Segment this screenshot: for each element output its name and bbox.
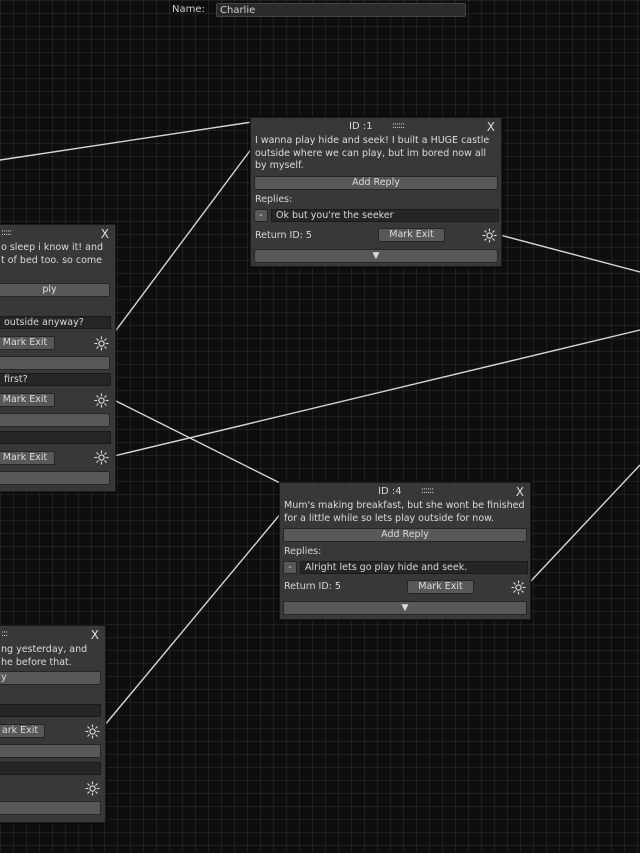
add-reply-button[interactable]: ply xyxy=(0,283,110,297)
dialogue-node-1[interactable]: ID :1 :::::: X I wanna play hide and see… xyxy=(250,117,502,267)
collapse-button[interactable] xyxy=(0,801,101,815)
reply-input[interactable] xyxy=(0,431,111,444)
settings-icon[interactable] xyxy=(94,336,109,351)
mark-exit-button[interactable]: Mark Exit xyxy=(407,580,474,594)
name-input[interactable]: Charlie xyxy=(216,3,466,17)
node-id-label: ID :1 xyxy=(349,121,373,132)
mark-exit-button[interactable]: Mark Exit xyxy=(0,451,55,465)
close-button[interactable]: X xyxy=(516,485,524,499)
drag-handle[interactable]: ::::: xyxy=(1,228,12,238)
reply-input[interactable]: outside anyway? xyxy=(0,316,111,329)
dialogue-node-left-b[interactable]: ::: X ng yesterday, and he before that. … xyxy=(0,625,106,823)
settings-icon[interactable] xyxy=(511,580,526,595)
settings-icon[interactable] xyxy=(85,724,100,739)
remove-reply-button[interactable]: - xyxy=(283,561,297,574)
collapse-button[interactable]: ▼ xyxy=(254,249,498,263)
mark-exit-button[interactable]: Mark Exit xyxy=(0,336,55,350)
wire-leftb-to-node4 xyxy=(103,511,283,727)
drag-handle[interactable]: :::::: xyxy=(392,121,405,131)
collapse-button[interactable]: ▼ xyxy=(283,601,527,615)
remove-reply-button[interactable]: - xyxy=(254,209,268,222)
node-text-line[interactable]: ng yesterday, and xyxy=(1,644,101,657)
collapse-button[interactable] xyxy=(0,471,110,485)
collapse-button[interactable] xyxy=(0,413,110,427)
drag-handle[interactable]: ::: xyxy=(1,629,8,639)
node-header[interactable]: ID :1 :::::: X xyxy=(251,118,501,134)
node-text-line[interactable]: t of bed too. so come xyxy=(1,255,111,268)
return-id-label: Return ID: 5 xyxy=(255,230,312,241)
mark-exit-button[interactable]: ark Exit xyxy=(0,724,45,738)
wire-left-to-node1 xyxy=(0,121,253,161)
add-reply-button[interactable]: Add Reply xyxy=(283,528,527,542)
replies-label: Replies: xyxy=(284,546,322,557)
settings-icon[interactable] xyxy=(85,781,100,796)
settings-icon[interactable] xyxy=(94,393,109,408)
wire-lefta-to-node1 xyxy=(113,147,253,334)
reply-input[interactable]: first? xyxy=(0,373,111,386)
collapse-button[interactable] xyxy=(0,356,110,370)
dialogue-node-left-a[interactable]: ::::: X o sleep i know it! and t of bed … xyxy=(0,224,116,492)
settings-icon[interactable] xyxy=(94,450,109,465)
add-reply-button[interactable]: Add Reply xyxy=(254,176,498,190)
reply-input[interactable]: Alright lets go play hide and seek. xyxy=(300,561,528,574)
reply-input[interactable]: Ok but you're the seeker xyxy=(271,209,499,222)
mark-exit-button[interactable]: Mark Exit xyxy=(0,393,55,407)
wire-lefta-to-right xyxy=(113,329,640,457)
dialogue-node-4[interactable]: ID :4 :::::: X Mum's making breakfast, b… xyxy=(279,482,531,620)
mark-exit-button[interactable]: Mark Exit xyxy=(378,228,445,242)
wire-node1-to-right xyxy=(499,234,640,273)
return-id-label: Return ID: 5 xyxy=(284,581,341,592)
replies-label: Replies: xyxy=(255,194,293,205)
reply-input[interactable] xyxy=(0,762,101,775)
reply-input[interactable] xyxy=(0,704,101,717)
close-button[interactable]: X xyxy=(91,628,99,642)
node-text-line[interactable]: he before that. xyxy=(1,657,101,670)
wire-node4-to-right xyxy=(529,464,640,583)
node-text-line[interactable]: o sleep i know it! and xyxy=(1,242,111,255)
drag-handle[interactable]: :::::: xyxy=(421,486,434,496)
node-header[interactable]: ID :4 :::::: X xyxy=(280,483,530,499)
settings-icon[interactable] xyxy=(482,228,497,243)
wire-lefta-to-node4 xyxy=(113,399,283,485)
collapse-button[interactable] xyxy=(0,744,101,758)
close-button[interactable]: X xyxy=(101,227,109,241)
close-button[interactable]: X xyxy=(487,120,495,134)
name-label: Name: xyxy=(172,4,205,15)
node-text[interactable]: I wanna play hide and seek! I built a HU… xyxy=(255,135,497,173)
add-reply-button[interactable]: y xyxy=(0,671,101,685)
node-id-label: ID :4 xyxy=(378,486,402,497)
node-text[interactable]: Mum's making breakfast, but she wont be … xyxy=(284,500,526,525)
